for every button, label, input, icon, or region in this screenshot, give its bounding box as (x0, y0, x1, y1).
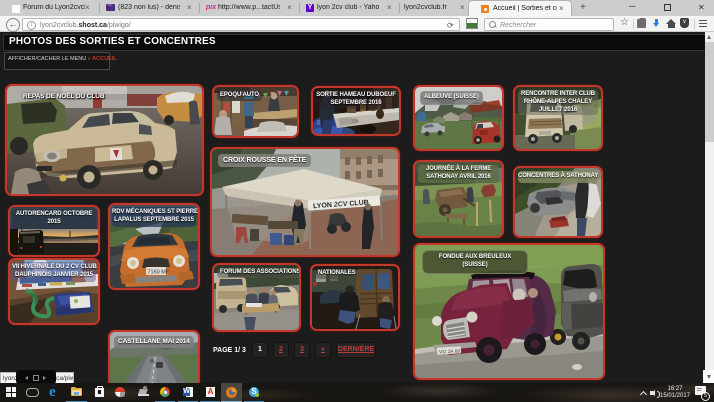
svg-text:VD 2A 60: VD 2A 60 (439, 348, 461, 355)
svg-text:7160 MF: 7160 MF (148, 270, 170, 276)
